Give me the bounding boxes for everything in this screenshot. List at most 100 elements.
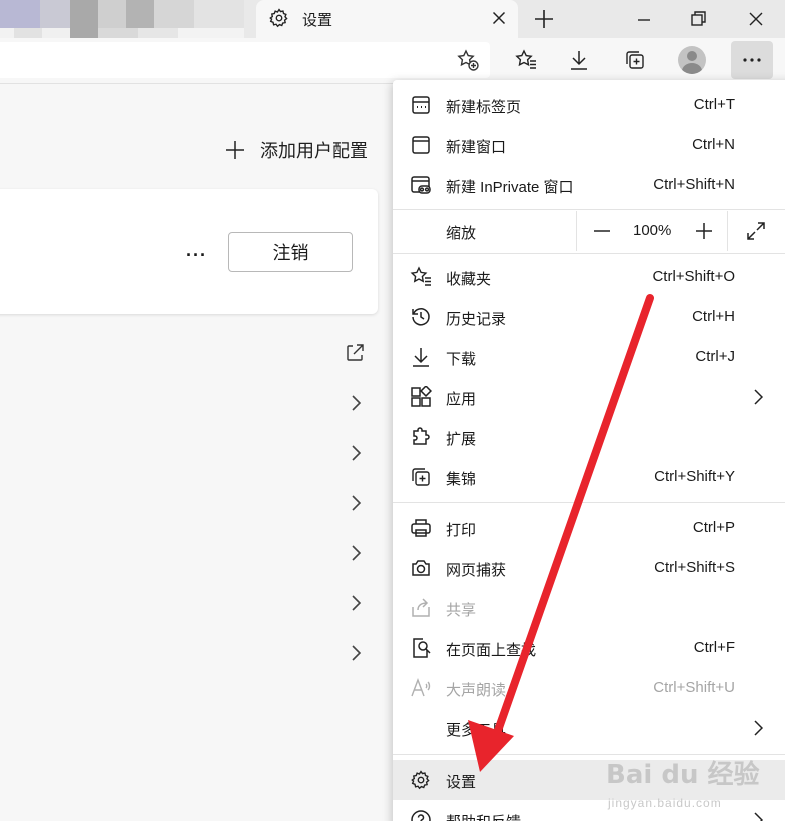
menu-item-read-aloud: 大声朗读 Ctrl+Shift+U (393, 668, 785, 708)
collections-button[interactable] (617, 42, 653, 78)
download-icon (413, 348, 429, 367)
collections-icon (626, 51, 644, 69)
menu-divider (393, 209, 785, 210)
menu-zoom-row: 缩放 100% (393, 211, 785, 251)
menu-item-more-tools[interactable]: 更多工具 (393, 708, 785, 748)
signout-button[interactable]: 注销 (228, 232, 353, 272)
menu-item-downloads[interactable]: 下载 Ctrl+J (393, 337, 785, 377)
tab-title: 设置 (302, 12, 333, 29)
close-window-icon[interactable] (742, 5, 770, 33)
more-icon (743, 58, 761, 62)
collections-icon (412, 468, 430, 486)
chevron-right-icon[interactable] (346, 593, 366, 613)
menu-item-new-tab[interactable]: 新建标签页 Ctrl+T (393, 85, 785, 125)
menu-item-apps[interactable]: 应用 (393, 377, 785, 417)
share-icon (412, 598, 430, 617)
menu-item-shortcut: Ctrl+T (693, 96, 735, 113)
help-icon (411, 810, 431, 821)
browser-toolbar (0, 38, 785, 84)
read-aloud-icon (411, 678, 431, 697)
zoom-controls: 100% (576, 211, 728, 251)
favorites-button[interactable] (508, 42, 544, 78)
web-capture-icon (412, 560, 430, 576)
downloads-button[interactable] (561, 42, 597, 78)
menu-item-shortcut: Ctrl+J (695, 348, 735, 365)
fullscreen-icon[interactable] (745, 220, 767, 242)
add-profile-label: 添加用户配置 (260, 141, 368, 161)
tab-strip: 设置 (0, 0, 785, 54)
minimize-icon[interactable] (630, 5, 658, 33)
restore-icon[interactable] (684, 5, 712, 33)
menu-item-label: 打印 (446, 522, 477, 539)
menu-item-shortcut: Ctrl+Shift+N (653, 176, 735, 193)
plus-icon (226, 141, 244, 159)
menu-item-label: 新建窗口 (446, 139, 507, 156)
menu-item-collections[interactable]: 集锦 Ctrl+Shift+Y (393, 457, 785, 497)
menu-item-label: 更多工具 (446, 722, 507, 739)
menu-item-extensions[interactable]: 扩展 (393, 417, 785, 457)
menu-item-label: 设置 (446, 774, 477, 791)
menu-item-find-on-page[interactable]: 在页面上查找 Ctrl+F (393, 628, 785, 668)
menu-item-shortcut: Ctrl+P (692, 519, 735, 536)
menu-item-label: 新建标签页 (446, 99, 522, 116)
settings-and-more-button[interactable] (731, 41, 773, 79)
menu-item-history[interactable]: 历史记录 Ctrl+H (393, 297, 785, 337)
add-profile-button[interactable]: 添加用户配置 (224, 137, 368, 163)
address-bar[interactable] (0, 42, 490, 78)
add-favorite-icon[interactable] (456, 48, 480, 72)
settings-and-more-menu: 新建标签页 Ctrl+T 新建窗口 Ctrl+N 新建 InPrivate 窗口… (393, 80, 785, 821)
chevron-right-icon[interactable] (346, 543, 366, 563)
menu-item-new-inprivate[interactable]: 新建 InPrivate 窗口 Ctrl+Shift+N (393, 165, 785, 205)
download-icon (571, 51, 587, 70)
zoom-out-icon[interactable] (591, 220, 613, 242)
chevron-right-icon[interactable] (346, 393, 366, 413)
menu-item-share: 共享 (393, 588, 785, 628)
find-icon (413, 638, 431, 658)
favorites-icon (515, 49, 536, 69)
inprivate-icon (411, 176, 431, 194)
profile-button[interactable] (674, 42, 710, 78)
menu-item-shortcut: Ctrl+Shift+Y (654, 468, 735, 485)
profile-more-button[interactable]: ··· (186, 245, 207, 266)
menu-item-print[interactable]: 打印 Ctrl+P (393, 508, 785, 548)
menu-item-label: 应用 (446, 391, 477, 408)
gear-icon (269, 8, 288, 28)
zoom-value: 100% (633, 222, 672, 239)
chevron-right-icon (754, 389, 764, 405)
chevron-right-icon[interactable] (346, 443, 366, 463)
menu-item-label: 网页捕获 (446, 562, 507, 579)
close-tab-icon[interactable] (488, 7, 510, 29)
chevron-right-icon[interactable] (346, 643, 366, 663)
menu-item-new-window[interactable]: 新建窗口 Ctrl+N (393, 125, 785, 165)
menu-item-label: 下载 (446, 351, 477, 368)
tab-settings[interactable]: 设置 (256, 0, 518, 38)
menu-item-shortcut: Ctrl+Shift+O (652, 268, 735, 285)
new-window-icon (412, 136, 430, 154)
menu-item-label: 在页面上查找 (446, 642, 537, 659)
menu-item-label: 新建 InPrivate 窗口 (446, 179, 574, 196)
menu-divider (393, 502, 785, 503)
favorites-icon (410, 266, 431, 286)
menu-divider (393, 253, 785, 254)
menu-item-label: 帮助和反馈 (446, 811, 521, 821)
menu-item-label: 集锦 (446, 471, 477, 488)
new-tab-button[interactable] (530, 5, 558, 33)
apps-icon (411, 386, 432, 407)
external-link-icon[interactable] (344, 342, 366, 364)
watermark-url: jingyan.baidu.com (608, 796, 722, 810)
history-icon (412, 308, 430, 326)
menu-item-label: 共享 (446, 602, 477, 619)
menu-item-label: 扩展 (446, 431, 477, 448)
menu-item-label: 大声朗读 (446, 682, 507, 699)
chevron-right-icon[interactable] (346, 493, 366, 513)
menu-item-web-capture[interactable]: 网页捕获 Ctrl+Shift+S (393, 548, 785, 588)
avatar (678, 46, 706, 74)
profile-card: ··· 注销 (0, 189, 378, 314)
extensions-icon (413, 427, 430, 445)
menu-item-label: 历史记录 (446, 311, 507, 328)
zoom-in-icon[interactable] (693, 220, 715, 242)
menu-item-shortcut: Ctrl+N (692, 136, 735, 153)
menu-item-favorites[interactable]: 收藏夹 Ctrl+Shift+O (393, 257, 785, 297)
chevron-right-icon (754, 720, 764, 736)
gear-icon (411, 770, 430, 790)
